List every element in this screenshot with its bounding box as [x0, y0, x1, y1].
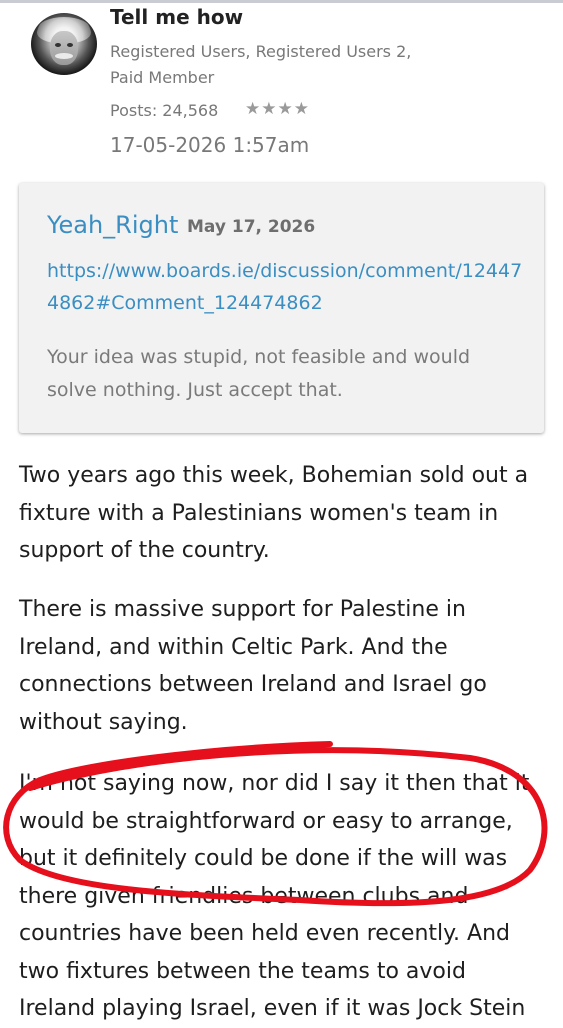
user-roles: Registered Users, Registered Users 2, Pa…	[110, 42, 412, 87]
quote-text: Your idea was stupid, not feasible and w…	[47, 346, 471, 401]
quote-author[interactable]: Yeah_Right	[47, 211, 178, 239]
top-divider	[0, 0, 563, 3]
post-author-name[interactable]: Tell me how	[110, 5, 243, 29]
post-paragraph-3: I'm not saying now, nor did I say it the…	[19, 771, 530, 1021]
post-timestamp[interactable]: 17-05-2026 1:57am	[110, 133, 309, 157]
avatar[interactable]	[31, 13, 97, 75]
post-paragraph-2: There is massive support for Palestine i…	[19, 597, 487, 735]
post-paragraph-1: Two years ago this week, Bohemian sold o…	[19, 463, 529, 563]
rank-stars-icon: ★★★★	[245, 99, 310, 119]
quote-link[interactable]: https://www.boards.ie/discussion/comment…	[47, 255, 527, 319]
quote-date: May 17, 2026	[187, 217, 316, 237]
quote-block: Yeah_Right May 17, 2026 https://www.boar…	[19, 183, 544, 433]
post-count: Posts: 24,568	[110, 101, 219, 120]
